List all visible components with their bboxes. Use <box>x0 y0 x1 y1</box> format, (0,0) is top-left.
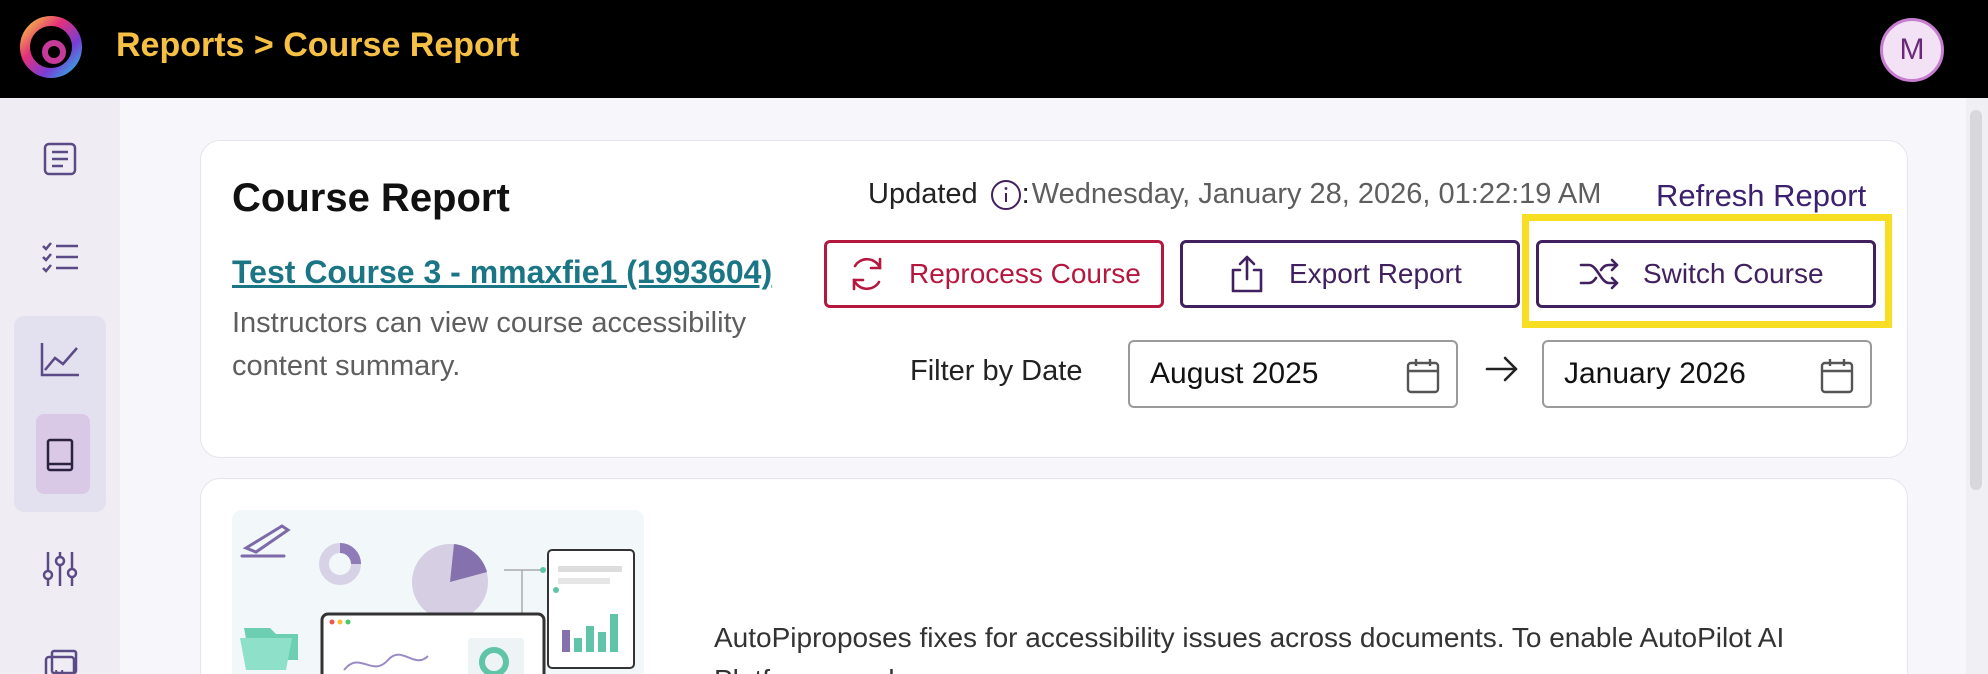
share-upload-icon <box>1231 255 1263 293</box>
avatar[interactable]: M <box>1880 18 1944 82</box>
sidebar-item-settings[interactable] <box>0 546 120 592</box>
course-description: Instructors can view course accessibilit… <box>232 307 747 382</box>
autopilot-illustration <box>232 510 644 674</box>
autopilot-text: AutoPiproposes fixes for accessibility i… <box>714 622 1785 653</box>
date-from-field[interactable]: August 2025 <box>1128 340 1458 408</box>
sliders-icon <box>42 552 78 586</box>
updated-colon: : <box>1021 178 1030 210</box>
sidebar-item-checklist[interactable] <box>0 234 120 280</box>
info-icon[interactable] <box>990 179 1022 211</box>
sidebar-item-reports[interactable] <box>0 336 120 382</box>
scrollbar-thumb[interactable] <box>1970 110 1982 490</box>
media-icon: M <box>44 649 78 674</box>
sidebar-item-media[interactable]: M <box>0 644 120 674</box>
autopilot-text-continued: Platform, send <box>714 664 895 674</box>
date-to-value: January 2026 <box>1564 357 1746 390</box>
brand-logo-icon[interactable] <box>18 14 84 80</box>
breadcrumb[interactable]: Reports > Course Report <box>116 26 519 65</box>
updated-date: Wednesday, January 28, 2026, 01:22:19 AM <box>1031 178 1602 210</box>
chart-line-icon <box>40 343 79 377</box>
refresh-icon <box>852 257 882 291</box>
course-link[interactable]: Test Course 3 - mmaxfie1 (1993604) <box>232 254 772 291</box>
sidebar-item-documents[interactable] <box>0 136 120 182</box>
sidebar-item-courses[interactable] <box>0 432 120 478</box>
top-bar: Reports > Course Report M <box>0 0 1988 98</box>
reprocess-course-button[interactable]: Reprocess Course <box>824 240 1164 308</box>
arrow-right-icon <box>1485 356 1518 382</box>
svg-text:M: M <box>54 668 64 674</box>
calendar-icon[interactable] <box>1406 358 1440 394</box>
checklist-icon <box>42 242 78 273</box>
calendar-icon[interactable] <box>1820 358 1854 394</box>
date-from-value: August 2025 <box>1150 357 1319 390</box>
page-title: Course Report <box>232 176 510 220</box>
export-report-button[interactable]: Export Report <box>1180 240 1520 308</box>
updated-label: Updated <box>868 178 978 210</box>
refresh-report-link[interactable]: Refresh Report <box>1656 178 1866 214</box>
airplane-icon <box>240 524 291 558</box>
updated-info: Updated : Wednesday, January 28, 2026, 0… <box>868 178 1601 211</box>
highlight-box <box>1522 214 1892 328</box>
filter-by-date-label: Filter by Date <box>910 355 1083 387</box>
date-to-field[interactable]: January 2026 <box>1542 340 1872 408</box>
reprocess-course-label: Reprocess Course <box>909 258 1141 289</box>
book-icon <box>46 438 74 472</box>
sidebar: M <box>0 98 120 674</box>
export-report-label: Export Report <box>1289 258 1462 289</box>
document-icon <box>43 142 77 176</box>
